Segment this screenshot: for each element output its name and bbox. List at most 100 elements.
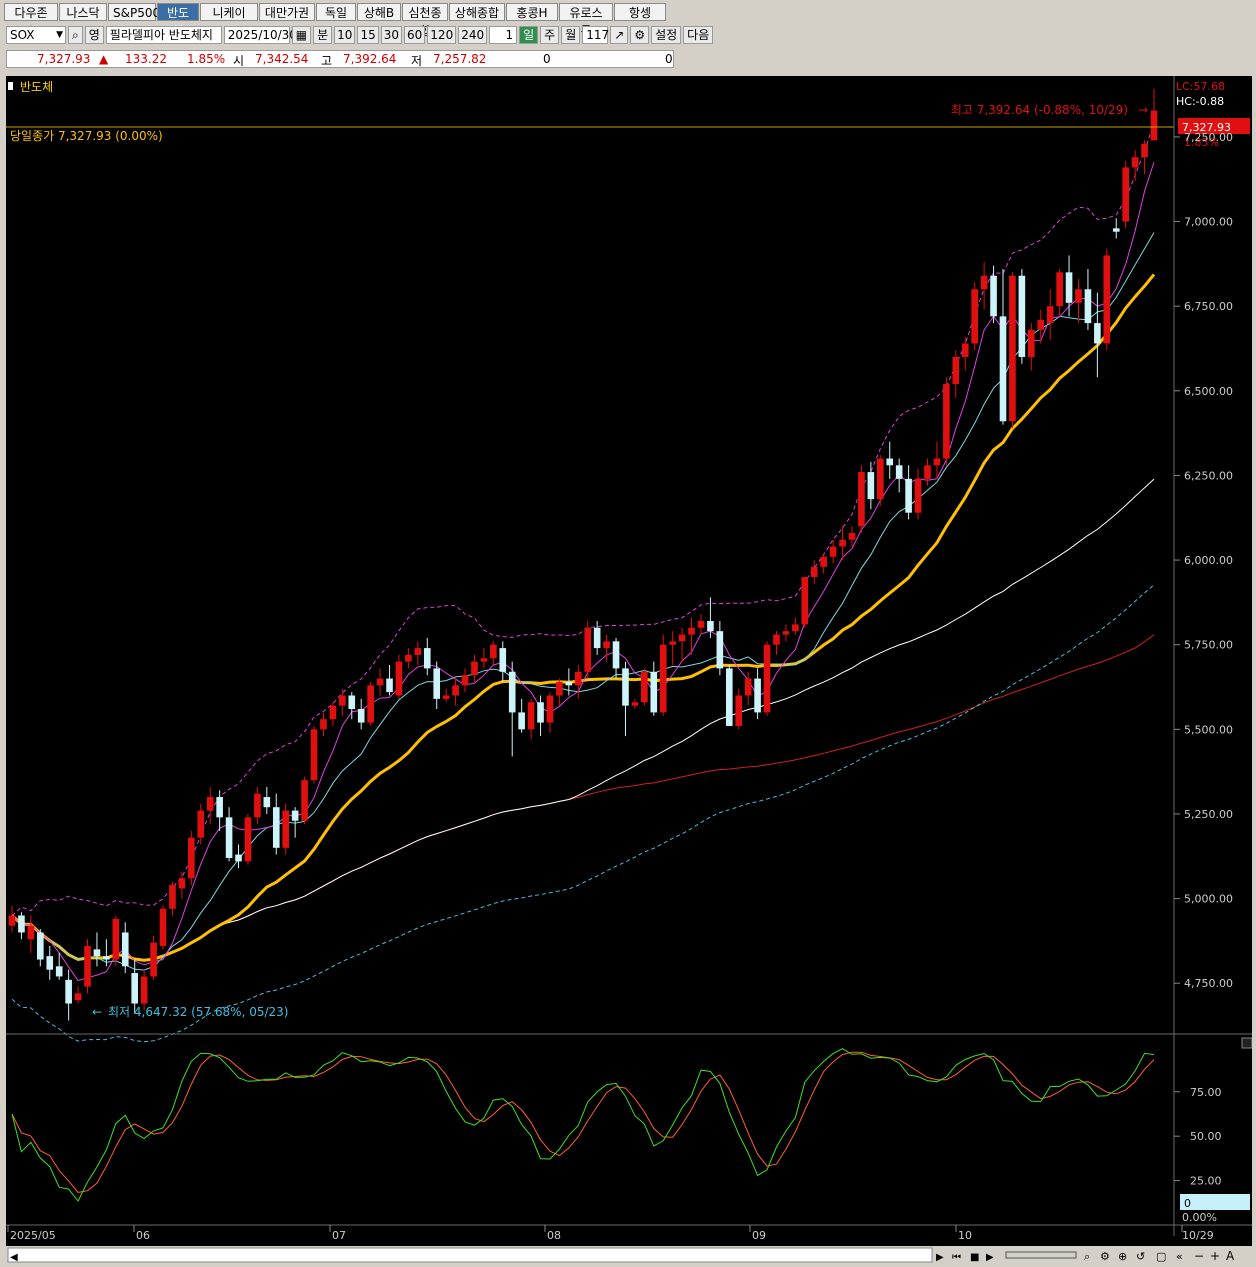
lc-label: LC:57.68	[1176, 80, 1225, 93]
osc-tick-label: 50.00	[1190, 1130, 1222, 1143]
candle	[1084, 268, 1092, 330]
candle	[301, 776, 308, 825]
candle	[518, 698, 525, 733]
plus-icon[interactable]: +	[1210, 1249, 1220, 1263]
candle	[235, 844, 242, 869]
period-button-120[interactable]: 120	[427, 26, 457, 44]
candle	[414, 641, 422, 666]
price-tick-label: 6,250.00	[1184, 469, 1233, 482]
candle	[1103, 248, 1111, 351]
period-button-60[interactable]: 60	[404, 26, 426, 44]
expand-left-icon[interactable]: «	[1176, 1250, 1183, 1263]
fast-k-line	[11, 1048, 1155, 1202]
candle	[376, 668, 384, 696]
tab-10[interactable]: 홍콩H	[506, 3, 558, 21]
candle	[112, 915, 120, 967]
tab-8[interactable]: 심천종합	[402, 3, 448, 38]
period-buttons: 10 15 30 60 120 240	[334, 26, 489, 44]
calendar-icon[interactable]: ▦	[291, 26, 312, 44]
candle	[310, 725, 318, 784]
candle	[754, 668, 761, 720]
price-tick-label: 5,750.00	[1184, 639, 1233, 652]
max-marker-label: 최고 7,392.64 (-0.88%, 10/29)	[951, 103, 1128, 117]
scroll-left-icon[interactable]: ◀	[10, 1252, 18, 1263]
tab-5[interactable]: 대만가권	[259, 3, 315, 21]
minus-icon[interactable]: −	[1194, 1249, 1204, 1263]
period-button-15[interactable]: 15	[357, 26, 379, 44]
period-button-240[interactable]: 240	[458, 26, 488, 44]
tab-4[interactable]: 니케이	[200, 3, 258, 21]
candle	[867, 461, 875, 510]
low-label: 저	[411, 54, 423, 68]
candle	[1150, 88, 1158, 141]
tab-11[interactable]: 유로스톡	[559, 3, 613, 38]
candle	[980, 262, 988, 310]
volume-2: 0	[665, 52, 673, 66]
period-button-30[interactable]: 30	[380, 26, 403, 44]
candle	[442, 688, 450, 703]
week-button[interactable]: 주	[540, 26, 560, 44]
candle	[480, 648, 488, 669]
scrollbar[interactable]: ◀ ▶ ⏮ ■ ▶ ⌕ ⚙ ⊕ ↺ ▢ « − + A	[6, 1246, 1252, 1264]
candle	[999, 268, 1007, 425]
candle	[659, 634, 667, 716]
candle	[178, 871, 186, 899]
chart-area[interactable]: 반도체 당일종가 7,327.93 (0.00%) 최고 7,392.64 (-…	[6, 76, 1252, 1264]
drawing-tool-icon[interactable]: ↗	[610, 26, 629, 44]
symbol-select[interactable]: SOX ▼	[6, 26, 66, 44]
candle	[1028, 323, 1035, 371]
current-price: 7,327.93	[37, 52, 91, 66]
high-price: 7,392.64	[343, 52, 397, 66]
next-button[interactable]: 다음	[683, 26, 714, 44]
up-arrow-icon: ▲	[99, 52, 109, 66]
gear-icon[interactable]: ⚙	[630, 26, 650, 44]
candle	[1046, 289, 1054, 341]
candle	[801, 577, 809, 628]
candle	[395, 654, 403, 699]
minute-button[interactable]: 분	[313, 26, 333, 44]
tab-3[interactable]: 반도체	[157, 3, 199, 38]
candle	[93, 932, 101, 967]
month-button[interactable]: 월	[561, 26, 581, 44]
settings-button[interactable]: 설정	[651, 26, 682, 44]
tab-7[interactable]: 상해B	[357, 3, 401, 21]
ma20-line	[10, 273, 1156, 962]
date-input[interactable]: 2025/10/30	[223, 26, 297, 44]
candle	[159, 905, 167, 950]
candle	[263, 786, 271, 814]
time-tick-label: 06	[136, 1229, 150, 1242]
tab-0[interactable]: 다우존스	[4, 3, 58, 38]
scroll-track[interactable]	[7, 1247, 933, 1263]
reset-icon[interactable]: ↺	[1136, 1250, 1145, 1263]
window-icon[interactable]: ▢	[1156, 1250, 1166, 1263]
tab-1[interactable]: 나스닥	[59, 3, 107, 21]
search-icon[interactable]: ⌕	[68, 26, 83, 44]
pane-menu-icon[interactable]	[1241, 1037, 1252, 1049]
tab-9[interactable]: 상해종합	[449, 3, 505, 21]
play-icon[interactable]: ▶	[986, 1252, 994, 1263]
candle	[1009, 272, 1016, 429]
tab-2[interactable]: S&P500	[108, 3, 160, 21]
bar-count-input[interactable]: 117	[582, 26, 609, 44]
chart-canvas[interactable]: 반도체 당일종가 7,327.93 (0.00%) 최고 7,392.64 (-…	[6, 76, 1252, 1264]
gear-settings-icon[interactable]: ⚙	[1100, 1250, 1110, 1263]
first-page-icon[interactable]: ⏮	[952, 1252, 961, 1263]
period-button-10[interactable]: 10	[334, 26, 356, 44]
english-toggle-button[interactable]: 영	[84, 26, 104, 44]
scroll-right-icon[interactable]: ▶	[936, 1252, 944, 1263]
tab-12[interactable]: 항셍	[614, 3, 666, 21]
tab-6[interactable]: 독일	[316, 3, 356, 21]
magnifier-icon[interactable]: ⌕	[1084, 1250, 1090, 1263]
candle	[37, 929, 44, 967]
stop-icon[interactable]: ■	[970, 1252, 979, 1263]
time-tick-label: 07	[332, 1229, 346, 1242]
candle	[244, 813, 252, 865]
envelope-lower-line	[11, 584, 1155, 1043]
candle	[650, 661, 658, 716]
zoom-in-icon[interactable]: ⊕	[1118, 1250, 1127, 1263]
interval-count-input[interactable]: 1	[489, 26, 518, 44]
day-button[interactable]: 일	[519, 26, 539, 44]
candle	[622, 661, 629, 737]
font-size-icon[interactable]: A	[1226, 1249, 1235, 1263]
candle	[1056, 268, 1063, 317]
